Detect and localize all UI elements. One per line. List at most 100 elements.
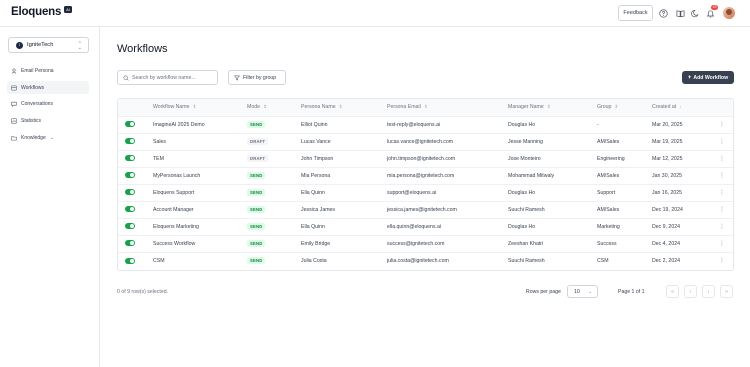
enabled-toggle[interactable] (118, 184, 153, 201)
enabled-toggle[interactable] (125, 121, 135, 128)
row-actions[interactable]: ⋮ (709, 167, 733, 184)
workflow-icon (11, 85, 17, 90)
table-row[interactable]: Eloquens Support SEND Ella Quinn support@el… (118, 184, 733, 201)
mode-badge: SEND (247, 257, 266, 265)
row-actions[interactable]: ⋮ (709, 218, 733, 235)
org-selector[interactable]: I IgniteTech ⌃ ⌄ (8, 37, 89, 53)
enabled-toggle[interactable] (118, 218, 153, 235)
col-persona-name[interactable]: Persona Name ⇕ (301, 99, 387, 116)
feedback-button[interactable]: Feedback (618, 5, 653, 21)
first-page-button[interactable]: « (666, 285, 679, 298)
more-vertical-icon[interactable]: ⋮ (719, 173, 725, 179)
filter-icon (234, 75, 240, 81)
sidebar-item-workflows[interactable]: Workflows (7, 81, 89, 94)
more-vertical-icon[interactable]: ⋮ (719, 190, 725, 196)
more-vertical-icon[interactable]: ⋮ (719, 207, 725, 213)
sort-icon[interactable]: ⇕ (614, 104, 618, 109)
enabled-toggle[interactable] (125, 223, 135, 230)
sort-icon[interactable]: ⇕ (193, 104, 197, 109)
row-actions[interactable]: ⋮ (709, 252, 733, 269)
more-vertical-icon[interactable]: ⋮ (719, 139, 725, 145)
user-avatar[interactable] (723, 7, 735, 19)
sidebar-item-statistics[interactable]: Statistics (7, 114, 89, 127)
more-vertical-icon[interactable]: ⋮ (719, 156, 725, 162)
prev-page-button[interactable]: ‹ (684, 285, 697, 298)
sort-icon[interactable]: ⇕ (424, 104, 428, 109)
enabled-toggle[interactable] (118, 133, 153, 150)
group-cell: CSM (597, 257, 609, 264)
row-actions[interactable]: ⋮ (709, 201, 733, 218)
table-row[interactable]: Sales DRAFT Lucas Vance lucas.vance@ignitet… (118, 133, 733, 150)
workflow-name-cell: Eloquens Marketing (153, 223, 199, 230)
search-box[interactable] (117, 70, 218, 85)
mode-cell: SEND (247, 201, 301, 218)
col-group[interactable]: Group ⇕ (597, 99, 652, 116)
add-workflow-button[interactable]: + Add Workflow (682, 71, 734, 84)
mode-cell: SEND (247, 167, 301, 184)
enabled-toggle[interactable] (125, 189, 135, 196)
enabled-toggle[interactable] (125, 257, 135, 264)
more-vertical-icon[interactable]: ⋮ (719, 241, 725, 247)
filter-by-group-button[interactable]: Filter by group (228, 70, 286, 85)
sort-desc-icon[interactable]: ↓ (679, 104, 681, 109)
table-row[interactable]: Success Workflow SEND Emily Bridge success@… (118, 235, 733, 252)
col-mode[interactable]: Mode ⇕ (247, 99, 301, 116)
row-actions[interactable]: ⋮ (709, 133, 733, 150)
enabled-toggle[interactable] (118, 116, 153, 133)
enabled-toggle[interactable] (125, 138, 135, 145)
enabled-toggle[interactable] (118, 235, 153, 252)
rows-per-page-select[interactable]: 10 ⌄ (567, 285, 598, 298)
enabled-toggle[interactable] (125, 155, 135, 162)
created-at-cell: Dec 2, 2024 (652, 257, 680, 264)
sort-icon[interactable]: ⇕ (263, 104, 267, 109)
col-persona-email[interactable]: Persona Email ⇕ (387, 99, 508, 116)
group-cell: AM/Sales (597, 172, 620, 179)
chevron-right-icon: › (707, 288, 710, 295)
enabled-toggle[interactable] (125, 172, 135, 179)
next-page-button[interactable]: › (702, 285, 715, 298)
row-actions[interactable]: ⋮ (709, 116, 733, 133)
table-row[interactable]: MyPersonas Launch SEND Mia Persona mia.pers… (118, 167, 733, 184)
mode-badge: DRAFT (247, 138, 269, 145)
group-cell: Support (597, 189, 616, 196)
table-row[interactable]: Account Manager SEND Jessica James jessica.… (118, 201, 733, 218)
enabled-toggle[interactable] (118, 150, 153, 167)
group-cell: AM/Sales (597, 138, 620, 145)
enabled-toggle[interactable] (125, 240, 135, 247)
enabled-toggle[interactable] (118, 167, 153, 184)
sort-icon[interactable]: ⇕ (339, 104, 343, 109)
more-vertical-icon[interactable]: ⋮ (719, 258, 725, 264)
top-bar: Eloquens AI Feedback 15 (0, 0, 750, 27)
moon-icon[interactable] (690, 8, 700, 18)
table-row[interactable]: CSM SEND Julia Costa julia.costa@ignitetech… (118, 252, 733, 269)
table-row[interactable]: ImagineAI 2025 Demo SEND Elliot Quinn test-… (118, 116, 733, 133)
col-manager-name[interactable]: Manager Name ⇕ (508, 99, 597, 116)
bell-icon[interactable]: 15 (705, 5, 718, 18)
row-actions[interactable]: ⋮ (709, 235, 733, 252)
help-icon[interactable] (658, 8, 668, 18)
row-actions[interactable]: ⋮ (709, 150, 733, 167)
sidebar-item-knowledge[interactable]: Knowledge ⌄ (7, 131, 89, 144)
app-logo[interactable]: Eloquens AI (11, 5, 72, 18)
more-vertical-icon[interactable]: ⋮ (719, 122, 725, 128)
workflows-table: Workflow Name ⇕ Mode ⇕ Persona Name ⇕ Perso… (117, 98, 734, 271)
created-at-cell: Mar 19, 2025 (652, 138, 683, 145)
workflow-name-cell: ImagineAI 2025 Demo (153, 121, 205, 128)
sidebar-item-email-persona[interactable]: Email Persona (7, 64, 89, 77)
table-row[interactable]: Eloquens Marketing SEND Ella Quinn ella.qui… (118, 218, 733, 235)
row-actions[interactable]: ⋮ (709, 184, 733, 201)
last-page-button[interactable]: » (720, 285, 733, 298)
created-at-cell: Dec 9, 2024 (652, 223, 680, 230)
sidebar-item-conversations[interactable]: Conversations (7, 97, 89, 110)
table-row[interactable]: TEM DRAFT John Timpson john.timpson@ignitet… (118, 150, 733, 167)
col-workflow-name[interactable]: Workflow Name ⇕ (153, 99, 247, 116)
enabled-toggle[interactable] (118, 252, 153, 269)
search-input[interactable] (132, 74, 212, 81)
sort-icon[interactable]: ⇕ (547, 104, 551, 109)
enabled-toggle[interactable] (118, 201, 153, 218)
col-created-at[interactable]: Created at ↓ (652, 99, 709, 116)
enabled-toggle[interactable] (125, 206, 135, 213)
more-vertical-icon[interactable]: ⋮ (719, 224, 725, 230)
mode-badge: SEND (247, 206, 266, 213)
book-icon[interactable] (675, 8, 685, 18)
